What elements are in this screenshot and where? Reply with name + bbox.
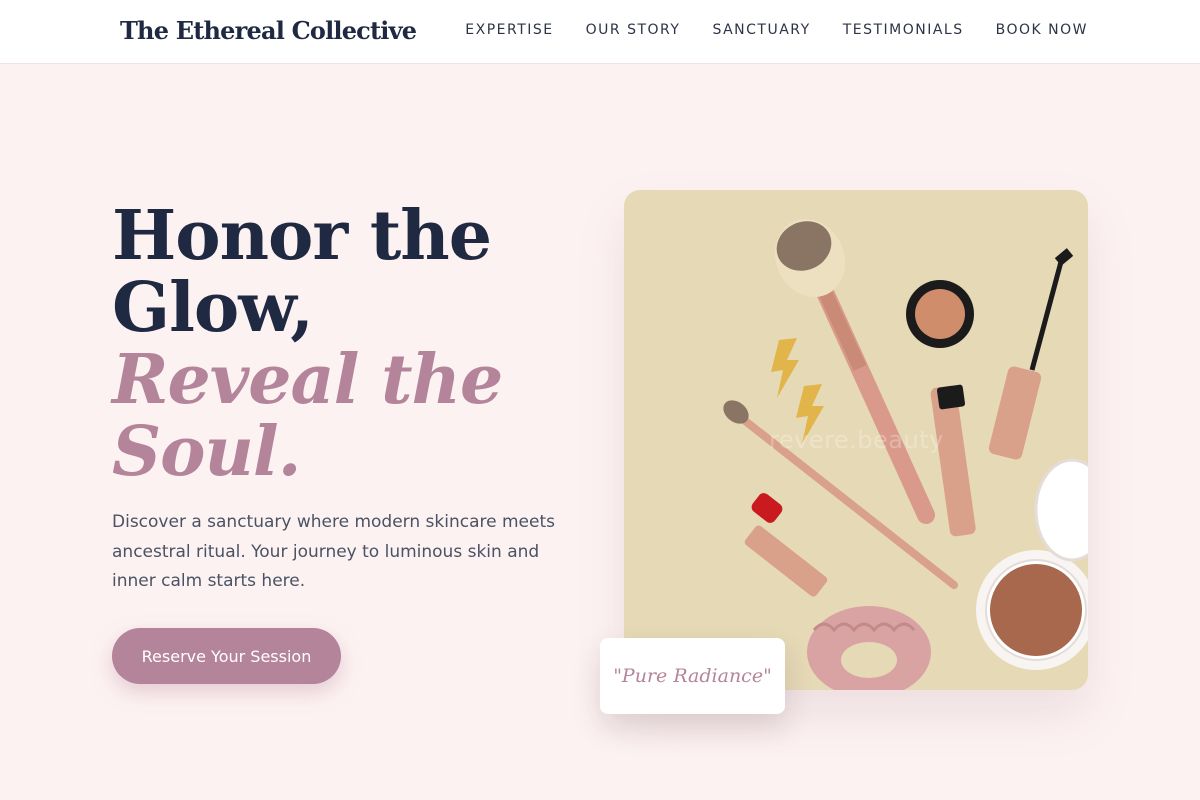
nav-link-sanctuary[interactable]: SANCTUARY	[712, 22, 810, 38]
image-watermark: revere.beauty	[769, 426, 944, 454]
scrunchie-shape	[807, 606, 931, 690]
mascara-shape	[988, 248, 1074, 460]
nav-link-expertise[interactable]: EXPERTISE	[465, 22, 553, 38]
gloss-tube-shape	[930, 384, 976, 537]
hero-description: Discover a sanctuary where modern skinca…	[112, 512, 555, 591]
headline-line-1: Honor the	[112, 196, 492, 276]
hero-headline: Honor the Glow, Reveal the Soul.	[112, 200, 572, 488]
headline-accent-line-2: Soul.	[112, 412, 301, 492]
main-menu: EXPERTISE OUR STORY SANCTUARY TESTIMONIA…	[465, 22, 1088, 38]
cream-pot-shape	[906, 280, 974, 348]
nav-link-testimonials[interactable]: TESTIMONIALS	[843, 22, 964, 38]
headline-line-2: Glow,	[112, 268, 314, 348]
nav-link-our-story[interactable]: OUR STORY	[586, 22, 681, 38]
makeup-flatlay-image: revere.beauty	[624, 190, 1088, 690]
top-navigation: The Ethereal Collective EXPERTISE OUR ST…	[0, 0, 1200, 64]
compact-shape	[976, 458, 1088, 670]
lipstick-shape	[744, 493, 828, 597]
nav-link-book-now[interactable]: BOOK NOW	[996, 22, 1088, 38]
reserve-session-button[interactable]: Reserve Your Session	[112, 628, 341, 684]
quote-card: "Pure Radiance"	[600, 638, 785, 714]
headline-accent-line-1: Reveal the	[112, 340, 503, 420]
brand-logo[interactable]: The Ethereal Collective	[120, 16, 417, 45]
quote-text: "Pure Radiance"	[613, 665, 772, 687]
